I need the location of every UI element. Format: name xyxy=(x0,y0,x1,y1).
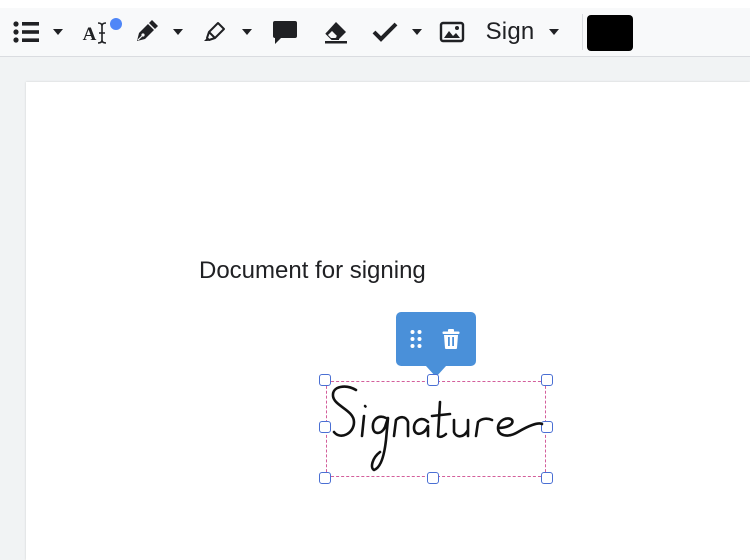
document-page[interactable]: Document for signing xyxy=(26,82,750,560)
toolbar: A Sign xyxy=(0,8,750,57)
caret-down-icon xyxy=(412,29,422,35)
caret-down-icon xyxy=(53,29,63,35)
highlighter-tool-button[interactable] xyxy=(199,8,231,56)
color-picker-swatch[interactable] xyxy=(587,15,633,51)
list-tool-button[interactable] xyxy=(10,8,42,56)
notification-dot xyxy=(110,18,122,30)
toolbar-divider xyxy=(582,14,583,50)
eraser-tool-button[interactable] xyxy=(320,8,352,56)
eraser-icon xyxy=(325,22,347,44)
trash-icon xyxy=(442,329,460,349)
text-cursor-icon xyxy=(98,22,107,44)
highlighter-icon xyxy=(204,22,225,41)
text-icon: A xyxy=(83,20,108,44)
top-strip xyxy=(0,0,750,8)
caret-down-icon xyxy=(242,29,252,35)
caret-down-icon xyxy=(549,29,560,35)
drag-handle-icon xyxy=(410,330,422,348)
sign-label: Sign xyxy=(485,18,535,45)
highlighter-dropdown-caret[interactable] xyxy=(239,8,255,56)
signature-image xyxy=(331,385,544,472)
list-icon xyxy=(13,21,39,43)
image-icon xyxy=(439,21,465,43)
pen-dropdown-caret[interactable] xyxy=(170,8,186,56)
caret-down-icon xyxy=(173,29,183,35)
checkmark-dropdown-caret[interactable] xyxy=(409,8,425,56)
list-dropdown-caret[interactable] xyxy=(50,8,66,56)
comment-tool-button[interactable] xyxy=(269,8,301,56)
signature-action-popover xyxy=(396,312,476,377)
checkmark-tool-button[interactable] xyxy=(369,8,401,56)
sign-button[interactable]: Sign xyxy=(478,8,568,56)
pen-tool-button[interactable] xyxy=(130,8,162,56)
checkmark-icon xyxy=(372,22,398,42)
comment-icon xyxy=(273,21,297,44)
pen-icon xyxy=(137,20,158,41)
image-tool-button[interactable] xyxy=(436,8,468,56)
drag-handle-button[interactable] xyxy=(405,326,427,352)
document-text: Document for signing xyxy=(199,257,426,284)
delete-signature-button[interactable] xyxy=(437,326,465,352)
text-tool-button[interactable]: A xyxy=(78,8,112,56)
